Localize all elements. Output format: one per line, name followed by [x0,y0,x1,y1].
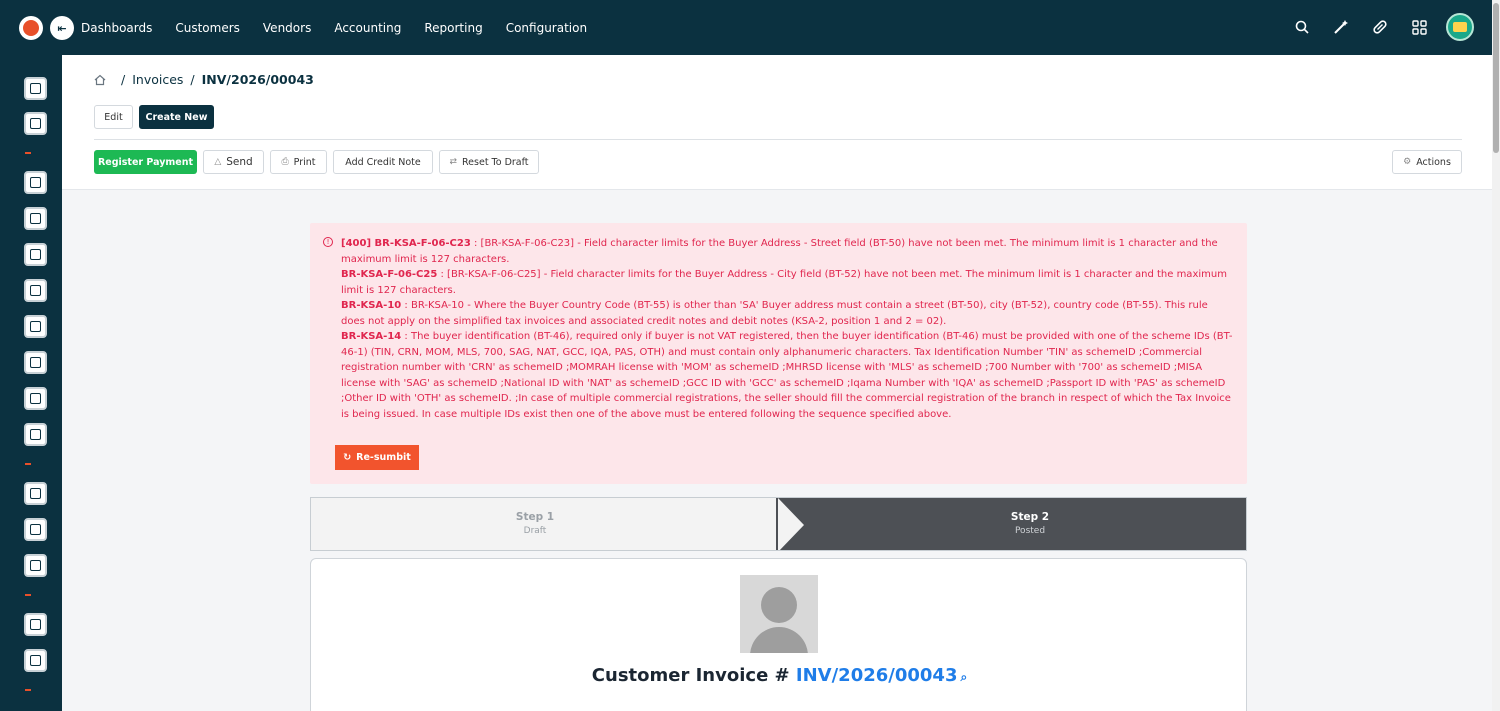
error-text: : The buyer identification (BT-46), requ… [341,331,1233,420]
error-item: [400] BR-KSA-F-06-C23 : [BR-KSA-F-06-C23… [341,236,1233,267]
home-icon[interactable] [94,74,106,86]
error-item: BR-KSA-10 : BR-KSA-10 - Where the Buyer … [341,298,1233,329]
sidebar-divider [25,463,31,465]
sidebar-media-icon[interactable] [24,554,47,577]
add-credit-note-button[interactable]: Add Credit Note [333,150,433,174]
sidebar-analytics-icon[interactable] [24,207,47,230]
sidebar-support-icon[interactable] [24,482,47,505]
refresh-icon: ⇄ [449,157,457,167]
user-avatar[interactable] [1446,13,1474,41]
customer-avatar [740,575,818,653]
error-item: BR-KSA-14 : The buyer identification (BT… [341,329,1233,422]
sidebar-search-icon[interactable] [24,387,47,410]
invoice-title: Customer Invoice # INV/2026/00043 ⌕ [311,665,1248,686]
sidebar-divider [25,689,31,691]
print-label: Print [293,156,316,168]
magic-wand-icon[interactable] [1332,18,1350,36]
breadcrumb-separator: / [190,72,195,87]
pill-icon[interactable] [1371,18,1389,36]
breadcrumb-current: INV/2026/00043 [201,72,314,87]
main-nav: Dashboards Customers Vendors Accounting … [81,0,610,55]
print-button[interactable]: ⎙ Print [270,150,327,174]
sidebar-inventory-icon[interactable] [24,315,47,338]
nav-reporting[interactable]: Reporting [424,21,482,35]
sidebar-documents-icon[interactable] [24,279,47,302]
create-new-button[interactable]: Create New [139,105,214,129]
step-1-subtitle: Draft [523,526,547,536]
sidebar-pos-icon[interactable] [24,423,47,446]
error-text: : BR-KSA-10 - Where the Buyer Country Co… [341,300,1208,327]
search-icon[interactable] [1293,18,1311,36]
nav-customers[interactable]: Customers [175,21,240,35]
invoice-title-prefix: Customer Invoice # [591,665,790,686]
register-payment-button[interactable]: Register Payment [94,150,197,174]
step-2[interactable]: Step 2 Posted [930,511,1130,536]
sidebar-divider [25,594,31,596]
step-2-title: Step 2 [1010,511,1050,523]
breadcrumb-invoices[interactable]: Invoices [132,72,183,87]
step-2-subtitle: Posted [1014,526,1046,536]
error-item: BR-KSA-F-06-C25 : [BR-KSA-F-06-C25] - Fi… [341,267,1233,298]
resubmit-label: Re-sumbit [356,451,411,463]
step-1-title: Step 1 [515,511,555,523]
sidebar-dashboard-icon[interactable] [24,77,47,100]
nav-dashboards[interactable]: Dashboards [81,21,152,35]
invoice-card: Customer Invoice # INV/2026/00043 ⌕ [310,558,1247,711]
invoice-number-link[interactable]: INV/2026/00043 [796,665,958,686]
error-text: : [BR-KSA-F-06-C25] - Field character li… [341,269,1227,296]
sidebar-folder-icon[interactable] [24,518,47,541]
send-button[interactable]: △ Send [203,150,264,174]
page-header: / Invoices / INV/2026/00043 Edit Create … [62,55,1500,190]
error-alert: ! [400] BR-KSA-F-06-C23 : [BR-KSA-F-06-C… [310,223,1247,484]
actions-button[interactable]: ⚙ Actions [1392,150,1462,174]
header-divider [94,139,1462,140]
sidebar-calendar-icon[interactable] [24,243,47,266]
sidebar-collapse-button[interactable]: ⇤ [50,16,74,40]
step-1[interactable]: Step 1 Draft [435,511,635,536]
top-navbar: ⇤ Dashboards Customers Vendors Accountin… [0,0,1500,55]
step-arrow [778,498,804,550]
error-text: : [BR-KSA-F-06-C23] - Field character li… [341,238,1218,265]
error-code: BR-KSA-10 [341,300,402,311]
sidebar-settings-icon[interactable] [24,613,47,636]
edit-button[interactable]: Edit [94,105,133,129]
app-logo[interactable] [19,16,43,40]
reset-to-draft-label: Reset To Draft [462,156,529,168]
nav-vendors[interactable]: Vendors [263,21,311,35]
error-code: [400] BR-KSA-F-06-C23 [341,238,471,249]
printer-icon: ⎙ [281,157,289,167]
status-stepper: Step 1 Draft Step 2 Posted [310,497,1247,551]
resubmit-button[interactable]: ↻ Re-sumbit [335,445,419,470]
apps-grid-icon[interactable] [1410,18,1428,36]
sidebar-payments-icon[interactable] [24,351,47,374]
nav-accounting[interactable]: Accounting [334,21,401,35]
reset-to-draft-button[interactable]: ⇄ Reset To Draft [439,150,539,174]
nav-configuration[interactable]: Configuration [506,21,587,35]
page-scrollbar[interactable] [1492,0,1500,711]
sidebar-sales-icon[interactable] [24,171,47,194]
scrollbar-thumb[interactable] [1493,3,1499,153]
breadcrumb-separator: / [121,72,126,87]
error-code: BR-KSA-14 [341,331,402,342]
sidebar-reports-icon[interactable] [24,112,47,135]
actions-label: Actions [1416,156,1451,168]
breadcrumb: / Invoices / INV/2026/00043 [94,72,314,87]
sidebar-forms-icon[interactable] [24,649,47,672]
error-code: BR-KSA-F-06-C25 [341,269,438,280]
send-label: Send [226,156,253,168]
refresh-icon: ↻ [343,451,352,463]
sidebar-divider [25,152,31,154]
left-sidebar [0,55,62,711]
search-icon[interactable]: ⌕ [960,670,967,684]
alert-info-icon: ! [323,237,333,247]
send-icon: △ [214,157,222,167]
topbar-actions [1272,13,1474,41]
gear-icon: ⚙ [1403,157,1412,167]
